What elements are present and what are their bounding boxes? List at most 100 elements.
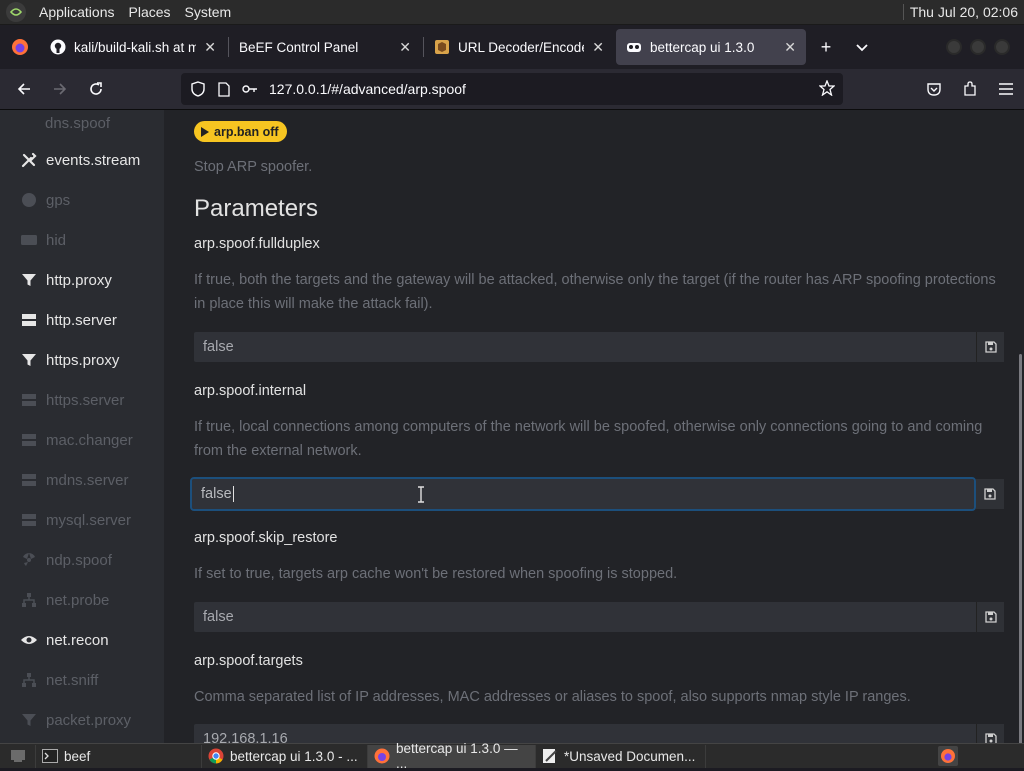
param-input-skip-restore[interactable]: false [194,602,1004,632]
sidebar-item-label: net.probe [46,591,110,609]
save-icon[interactable] [976,479,1004,509]
sidebar-item-net-sniff[interactable]: net.sniff [0,660,164,700]
kali-logo-icon[interactable] [6,2,26,22]
reload-button[interactable] [78,73,114,105]
close-window-button[interactable] [994,39,1010,55]
firefox-icon [374,748,390,764]
sidebar-item-label: mysql.server [46,511,132,529]
sidebar-item-https-proxy[interactable]: https.proxy [0,340,164,380]
menu-places[interactable]: Places [122,4,178,20]
github-icon [50,39,66,55]
url-bar[interactable]: 127.0.0.1/#/advanced/arp.spoof [181,73,843,105]
tab-github[interactable]: kali/build-kali.sh at ma ✕ [40,29,226,65]
close-tab-icon[interactable]: ✕ [399,39,411,56]
taskbar-item-label: bettercap ui 1.3.0 - ... [230,748,358,764]
close-tab-icon[interactable]: ✕ [592,39,604,56]
param-input-internal[interactable]: false [190,477,976,511]
menu-system[interactable]: System [178,4,239,20]
clock[interactable]: Thu Jul 20, 02:06 [902,4,1024,20]
server-icon [20,391,38,409]
tab-bettercap[interactable]: bettercap ui 1.3.0 ✕ [616,29,806,65]
minimize-window-button[interactable] [946,39,962,55]
taskbar-item-firefox-bettercap[interactable]: bettercap ui 1.3.0 — ... [368,741,536,771]
sidebar-item-http-proxy[interactable]: http.proxy [0,260,164,300]
url-decoder-icon [434,39,450,55]
param-value-text: false [201,485,232,502]
firefox-tray-icon[interactable] [938,745,958,766]
close-tab-icon[interactable]: ✕ [784,39,796,56]
keyboard-icon [20,231,38,249]
new-tab-button[interactable]: + [808,37,844,58]
tab-url-decoder[interactable]: URL Decoder/Encoder ✕ [424,29,614,65]
sidebar-item-gps[interactable]: gps [0,180,164,220]
save-icon[interactable] [976,724,1004,743]
badge-label: arp.ban off [214,124,279,139]
parameters-heading: Parameters [194,195,319,222]
save-icon[interactable] [976,602,1004,632]
sidebar-item-mac-changer[interactable]: mac.changer [0,420,164,460]
shield-icon[interactable] [185,81,211,97]
param-desc-line: in place this will make the attack fail)… [194,296,433,312]
param-name-fullduplex: arp.spoof.fullduplex [194,236,320,252]
network-icon [20,591,38,609]
sidebar-item-ndp-spoof[interactable]: ndp.spoof [0,540,164,580]
filter-icon [20,271,38,289]
taskbar-item-beef[interactable]: beef [36,744,202,768]
show-desktop-button[interactable] [0,744,36,768]
sidebar-item-label: https.server [46,391,125,409]
sidebar-item-events-stream[interactable]: events.stream [0,140,164,180]
param-name-targets: arp.spoof.targets [194,653,303,669]
sidebar-item-label: packet.proxy [46,711,132,729]
forward-button[interactable] [42,73,78,105]
sidebar-item-label: ndp.spoof [46,551,112,569]
param-value[interactable]: 192.168.1.16 [194,731,976,743]
server-icon [20,471,38,489]
badge-description: Stop ARP spoofer. [194,159,313,175]
close-tab-icon[interactable]: ✕ [204,39,216,56]
sidebar-item-packet-proxy[interactable]: packet.proxy [0,700,164,740]
text-cursor-icon [418,486,424,503]
page-icon[interactable] [211,81,237,97]
back-button[interactable] [6,73,42,105]
arp-ban-off-button[interactable]: arp.ban off [194,121,287,142]
server-icon [20,511,38,529]
firefox-view-icon[interactable] [0,38,40,56]
taskbar-item-chrome-bettercap[interactable]: bettercap ui 1.3.0 - ... [202,744,368,768]
globe-icon [20,191,38,209]
bottom-taskbar: beef bettercap ui 1.3.0 - ... bettercap … [0,741,1024,771]
sidebar-item-hid[interactable]: hid [0,220,164,260]
sidebar-item-mdns-server[interactable]: mdns.server [0,460,164,500]
pocket-icon[interactable] [916,73,952,105]
sidebar-item-label: mdns.server [46,471,129,489]
vertical-scrollbar[interactable] [1019,354,1022,743]
param-input-targets[interactable]: 192.168.1.16 [194,724,1004,743]
taskbar-item-text-editor[interactable]: *Unsaved Documen... [536,744,706,768]
sidebar-item-dns-spoof[interactable]: dns.spoof [0,110,164,140]
url-text[interactable]: 127.0.0.1/#/advanced/arp.spoof [269,81,811,97]
param-desc-line: If true, both the targets and the gatewa… [194,272,996,288]
permissions-key-icon[interactable] [237,83,263,95]
sidebar-item-net-recon[interactable]: net.recon [0,620,164,660]
param-value[interactable]: false [194,339,976,355]
param-value[interactable]: false [192,485,974,503]
maximize-window-button[interactable] [970,39,986,55]
param-value[interactable]: false [194,609,976,625]
bookmark-star-icon[interactable] [811,78,843,99]
tab-title: URL Decoder/Encoder [458,39,585,55]
list-all-tabs-button[interactable] [844,37,880,58]
save-icon[interactable] [976,332,1004,362]
sidebar-item-mysql-server[interactable]: mysql.server [0,500,164,540]
param-input-fullduplex[interactable]: false [194,332,1004,362]
filter-icon [20,351,38,369]
sidebar-item-net-probe[interactable]: net.probe [0,580,164,620]
tab-beef[interactable]: BeEF Control Panel ✕ [229,29,421,65]
sidebar-item-https-server[interactable]: https.server [0,380,164,420]
menu-applications[interactable]: Applications [32,4,122,20]
hamburger-menu-icon[interactable] [988,73,1024,105]
param-desc-line: from the external network. [194,443,362,459]
extensions-icon[interactable] [952,73,988,105]
taskbar-item-label: bettercap ui 1.3.0 — ... [396,741,518,771]
param-name-skip-restore: arp.spoof.skip_restore [194,530,338,546]
sidebar-item-http-server[interactable]: http.server [0,300,164,340]
param-desc-internal: If true, local connections among compute… [194,415,1004,463]
